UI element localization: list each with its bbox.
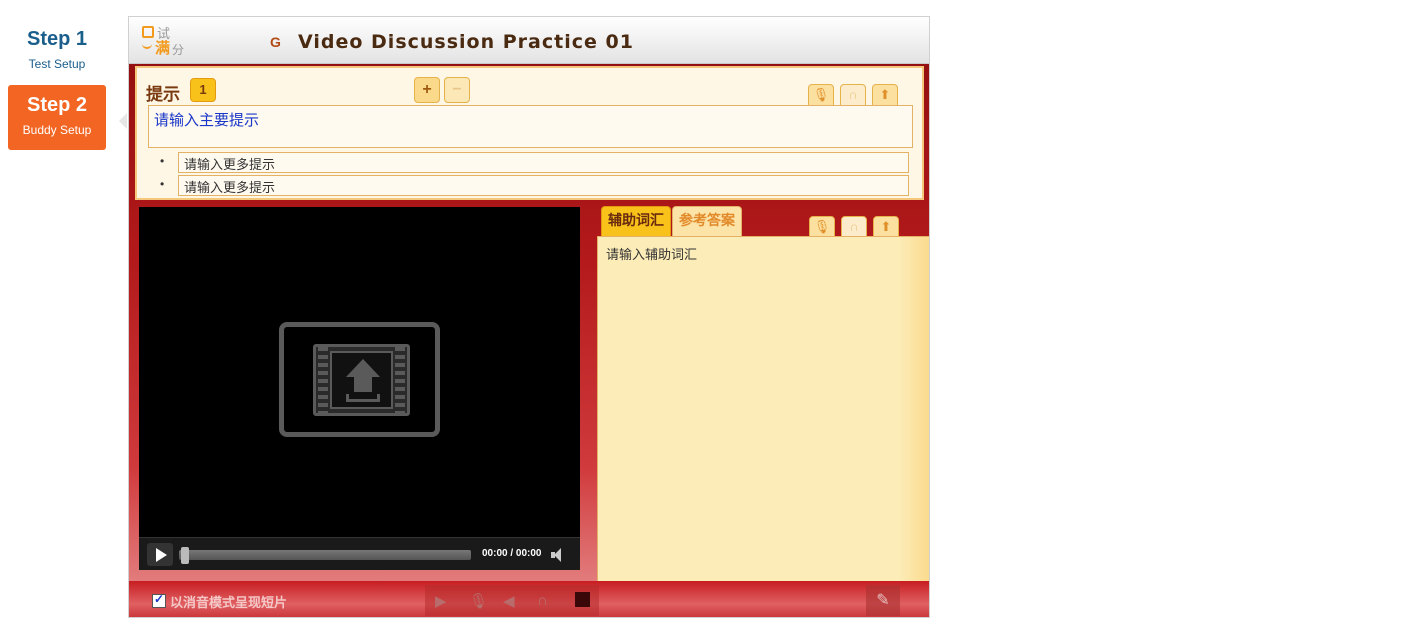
activity-frame: 试 满 分 G Video Discussion Practice 01 提示 …: [128, 16, 930, 618]
film-strip-left: [318, 347, 328, 413]
film-frame: [330, 351, 393, 409]
pen-icon: ✎: [876, 592, 890, 609]
hint-listen-button[interactable]: ∩: [840, 84, 866, 106]
headphones-icon: ∩: [848, 87, 858, 102]
step-nav: Step 1 Test Setup Step 2 Buddy Setup: [8, 20, 106, 150]
page-title: Video Discussion Practice 01: [298, 31, 634, 53]
hint-upload-button[interactable]: ⬆: [872, 84, 898, 106]
hint-panel: 提示 1 + − 🎙 ∩ ⬆ 请输入主要提示 • 请输入更多提示 • 请输入更多…: [135, 66, 924, 200]
vocab-input[interactable]: 请输入辅助词汇: [606, 244, 697, 263]
seek-handle[interactable]: [181, 547, 189, 564]
step-2-number: Step 2: [26, 94, 88, 116]
tray-icon: [346, 394, 380, 402]
more-hint-input-2[interactable]: 请输入更多提示: [178, 175, 909, 196]
time-display: 00:00 / 00:00: [482, 548, 542, 559]
tab-vocabulary[interactable]: 辅助词汇: [601, 206, 671, 237]
microphone-icon: 🎙: [812, 87, 830, 102]
bullet-icon: •: [160, 177, 165, 191]
microphone-icon: 🎙: [813, 219, 831, 234]
play-button[interactable]: [147, 543, 173, 566]
vocab-upload-button[interactable]: ⬆: [873, 216, 899, 238]
video-controls: 00:00 / 00:00: [139, 537, 580, 570]
remove-hint-button[interactable]: −: [444, 77, 470, 103]
logo-smile-icon: [142, 43, 152, 49]
title-g-icon: G: [270, 34, 281, 50]
recording-controls: ▶ 🎙 ◀ ∩: [425, 585, 599, 616]
mute-checkbox-label[interactable]: 以消音模式呈现短片: [170, 592, 287, 611]
logo: 试 满 分: [141, 23, 187, 57]
upload-arrow-icon: ⬆: [879, 87, 891, 102]
main-hint-input[interactable]: 请输入主要提示: [148, 105, 913, 148]
up-arrow-stem: [354, 376, 372, 392]
stop-button[interactable]: [575, 592, 590, 607]
add-hint-button[interactable]: +: [414, 77, 440, 103]
step-2-label: Buddy Setup: [22, 123, 92, 137]
rewind-icon[interactable]: ◀: [503, 592, 515, 610]
film-icon: [313, 344, 410, 416]
bullet-icon: •: [160, 154, 165, 168]
step-1-item[interactable]: Step 1 Test Setup: [8, 20, 106, 78]
play-icon[interactable]: ▶: [435, 592, 447, 610]
title-bar: 试 满 分 G Video Discussion Practice 01: [129, 17, 929, 64]
up-arrow-icon: [346, 359, 380, 377]
upload-video-icon[interactable]: [279, 322, 440, 437]
upload-arrow-icon: ⬆: [880, 219, 892, 234]
headphones-icon[interactable]: ∩: [537, 592, 548, 609]
microphone-icon[interactable]: 🎙: [469, 592, 488, 610]
more-hint-input-1[interactable]: 请输入更多提示: [178, 152, 909, 173]
video-player[interactable]: 00:00 / 00:00: [139, 207, 580, 570]
step-pointer-arrow: [119, 113, 127, 129]
step-1-label: Test Setup: [28, 57, 86, 71]
pen-tool-button[interactable]: ✎: [866, 585, 900, 616]
seek-bar[interactable]: [179, 550, 471, 560]
film-strip-right: [395, 347, 405, 413]
volume-icon[interactable]: [551, 548, 563, 562]
mute-checkbox[interactable]: [152, 592, 166, 608]
hint-count-badge[interactable]: 1: [190, 78, 216, 102]
hint-label: 提示: [146, 85, 180, 105]
vocab-listen-button[interactable]: ∩: [841, 216, 867, 238]
hint-record-button[interactable]: 🎙: [808, 84, 834, 106]
logo-text-big: 满: [155, 39, 171, 57]
step-1-number: Step 1: [26, 28, 88, 50]
headphones-icon: ∩: [849, 219, 859, 234]
logo-square-icon: [142, 26, 154, 38]
vocab-record-button[interactable]: 🎙: [809, 216, 835, 238]
step-2-item[interactable]: Step 2 Buddy Setup: [8, 85, 106, 150]
tab-reference-answer[interactable]: 参考答案: [672, 206, 742, 237]
logo-text-small: 分: [172, 43, 185, 57]
vocab-panel[interactable]: 请输入辅助词汇: [597, 236, 929, 582]
bottom-bar: 以消音模式呈现短片 ▶ 🎙 ◀ ∩ ✎: [129, 581, 929, 617]
